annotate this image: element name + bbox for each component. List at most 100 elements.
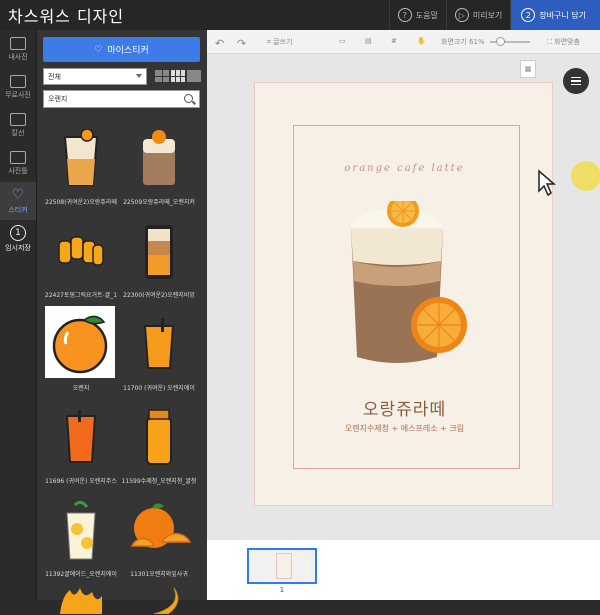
redo-icon[interactable]: ↷ bbox=[237, 37, 246, 50]
orange-splash-image bbox=[43, 585, 119, 615]
play-icon: ▷ bbox=[454, 8, 469, 22]
fit-screen-label: 화면맞춤 bbox=[554, 38, 580, 46]
rail-label: 임시저장 bbox=[5, 244, 31, 252]
page-thumbnail-preview bbox=[276, 553, 292, 579]
heart-icon: ♡ bbox=[94, 44, 103, 55]
rail-item-cut-line[interactable]: 칼선 bbox=[0, 106, 36, 144]
rail-item-stickers[interactable]: ♡ 스티커 bbox=[0, 182, 36, 220]
sticker-caption: 22508(귀여운2)오랑쥬라떼 bbox=[45, 199, 117, 206]
app-title: 차스워스 디자인 bbox=[8, 7, 125, 26]
orange-latte-illustration[interactable] bbox=[343, 201, 475, 371]
sticker-caption: 오렌지 bbox=[72, 385, 90, 392]
sticker-panel: ♡ 마이스티커 전체 오렌지 22508(귀여운2)오랑쥬라떼 22509오랑쥬… bbox=[37, 30, 207, 614]
cart-label: 장바구니 담기 bbox=[539, 10, 586, 20]
rail-label: 스티커 bbox=[8, 206, 28, 214]
sticker-caption: 22509오랑쥬라떼_오렌지커 bbox=[123, 199, 195, 206]
cart-count-badge: 2 bbox=[521, 8, 536, 22]
chevron-down-icon bbox=[136, 74, 142, 78]
grid-icon[interactable]: # bbox=[391, 37, 397, 45]
design-canvas[interactable]: orange cafe latte 오랑쥬라떼 오렌지수제청 + 에스프레소 +… bbox=[254, 82, 600, 506]
sticker-item[interactable]: 11700 (귀여운) 오렌지에이 bbox=[121, 306, 197, 396]
sticker-caption: 22427토핑그릭요거트-귤_1 bbox=[44, 292, 118, 299]
rail-label: 사진틀 bbox=[8, 166, 28, 175]
question-icon: ? bbox=[397, 8, 412, 22]
scissors-icon bbox=[10, 112, 26, 126]
tangerine-pieces-image bbox=[43, 213, 119, 289]
zoom-label: 화면크기 61% bbox=[441, 38, 485, 46]
rail-item-my-photos[interactable]: 내사진 bbox=[0, 30, 36, 68]
rail-label: 칼선 bbox=[11, 128, 25, 137]
korean-subtitle[interactable]: 오렌지수제청 + 에스프레소 + 크림 bbox=[255, 423, 554, 434]
editor-toolbar: ↶ ↷ ⌗ 글쓰기 ▭ ▤ # ✋ 화면크기 61% ⛶ 화면맞춤 bbox=[207, 30, 600, 54]
page-settings-icon[interactable]: ▦ bbox=[520, 60, 536, 78]
sticker-item[interactable] bbox=[121, 585, 197, 615]
mouse-pointer-icon bbox=[538, 169, 557, 197]
free-photo-icon bbox=[10, 74, 26, 88]
rail-item-temp-save[interactable]: 1 임시저장 bbox=[0, 220, 36, 258]
layout-icon[interactable]: ▭ bbox=[339, 37, 346, 45]
sticker-item[interactable]: 22509오랑쥬라떼_오렌지커 bbox=[121, 120, 197, 210]
orange-ade-cup-image bbox=[121, 306, 197, 382]
search-icon[interactable] bbox=[184, 94, 193, 103]
cursor-highlight bbox=[571, 161, 600, 191]
zoom-slider-handle[interactable] bbox=[496, 37, 505, 46]
page-thumbnail[interactable] bbox=[247, 548, 317, 584]
orange-latte-glass-image bbox=[121, 120, 197, 196]
grid-view-icon[interactable] bbox=[171, 70, 185, 82]
orange-peel-image bbox=[121, 585, 197, 615]
sticker-caption: 11700 (귀여운) 오렌지에이 bbox=[123, 385, 195, 392]
temp-save-count-icon: 1 bbox=[10, 225, 26, 241]
add-to-cart-button[interactable]: 2 장바구니 담기 bbox=[510, 0, 600, 30]
fit-screen-button[interactable]: ⛶ 화면맞춤 bbox=[547, 37, 580, 47]
sticker-item[interactable]: 22427토핑그릭요거트-귤_1 bbox=[43, 213, 119, 303]
sticker-item[interactable]: 22508(귀여운2)오랑쥬라떼 bbox=[43, 120, 119, 210]
sticker-item[interactable]: 11301오렌지와잎사귀 bbox=[121, 492, 197, 582]
help-label: 도움말 bbox=[415, 10, 438, 20]
sticker-item[interactable]: 11392귤에이드_오렌지에이 bbox=[43, 492, 119, 582]
sticker-item[interactable] bbox=[43, 585, 119, 615]
english-title[interactable]: orange cafe latte bbox=[255, 163, 554, 174]
orange-with-leaf-image bbox=[121, 492, 197, 568]
category-select[interactable]: 전체 bbox=[43, 68, 147, 85]
camera-icon bbox=[10, 36, 26, 50]
sticker-item[interactable]: 22300(귀여운2)오렌지비앙 bbox=[121, 213, 197, 303]
undo-icon[interactable]: ↶ bbox=[215, 37, 224, 50]
citrus-ade-glass-image bbox=[43, 492, 119, 568]
text-tool-button[interactable]: ⌗ 글쓰기 bbox=[267, 37, 293, 47]
orange-layered-drink-image bbox=[121, 213, 197, 289]
align-icon[interactable]: ▤ bbox=[365, 37, 372, 45]
rail-label: 내사진 bbox=[8, 52, 28, 61]
help-button[interactable]: ? 도움말 bbox=[388, 0, 446, 30]
editor-area: ↶ ↷ ⌗ 글쓰기 ▭ ▤ # ✋ 화면크기 61% ⛶ 화면맞춤 ▦ oran… bbox=[207, 30, 600, 600]
sticker-search-input[interactable]: 오렌지 bbox=[43, 90, 200, 108]
sticker-item[interactable]: 11696 (귀여운) 오렌지주스 bbox=[43, 399, 119, 489]
sticker-caption: 22300(귀여운2)오렌지비앙 bbox=[123, 292, 195, 299]
preview-label: 미리보기 bbox=[472, 10, 503, 20]
sticker-item[interactable]: 11599수제청_오렌지청_귤청 bbox=[121, 399, 197, 489]
sticker-caption: 11392귤에이드_오렌지에이 bbox=[45, 571, 117, 578]
rail-item-free-photos[interactable]: 무료사진 bbox=[0, 68, 36, 106]
app-logo[interactable]: 차스워스 디자인 bbox=[0, 3, 124, 27]
sticker-caption: 11696 (귀여운) 오렌지주스 bbox=[45, 478, 117, 485]
page-number: 1 bbox=[279, 586, 285, 594]
my-sticker-button[interactable]: ♡ 마이스티커 bbox=[43, 37, 200, 62]
text-tool-label: 글쓰기 bbox=[273, 38, 293, 46]
heart-icon: ♡ bbox=[11, 187, 25, 203]
orange-juice-glass-image bbox=[43, 399, 119, 475]
orange-syrup-jar-image bbox=[121, 399, 197, 475]
list-view-icon[interactable] bbox=[155, 70, 169, 82]
layers-menu-button[interactable] bbox=[563, 68, 589, 94]
my-sticker-label: 마이스티커 bbox=[107, 46, 149, 56]
preview-button[interactable]: ▷ 미리보기 bbox=[445, 0, 510, 30]
rail-item-photo-frame[interactable]: 사진틀 bbox=[0, 144, 36, 182]
orange-fruit-image bbox=[45, 306, 115, 378]
category-select-value: 전체 bbox=[48, 72, 61, 81]
hand-icon[interactable]: ✋ bbox=[417, 37, 426, 45]
korean-title[interactable]: 오랑쥬라떼 bbox=[255, 395, 554, 420]
sticker-item[interactable]: 오렌지 bbox=[43, 306, 119, 396]
image-view-icon[interactable] bbox=[187, 70, 201, 82]
sticker-caption: 11301오렌지와잎사귀 bbox=[130, 571, 188, 578]
orange-latte-cup-image bbox=[43, 120, 119, 196]
top-bar: 차스워스 디자인 ? 도움말 ▷ 미리보기 2 장바구니 담기 bbox=[0, 0, 600, 30]
page-thumbnail-strip: 1 bbox=[207, 540, 600, 600]
